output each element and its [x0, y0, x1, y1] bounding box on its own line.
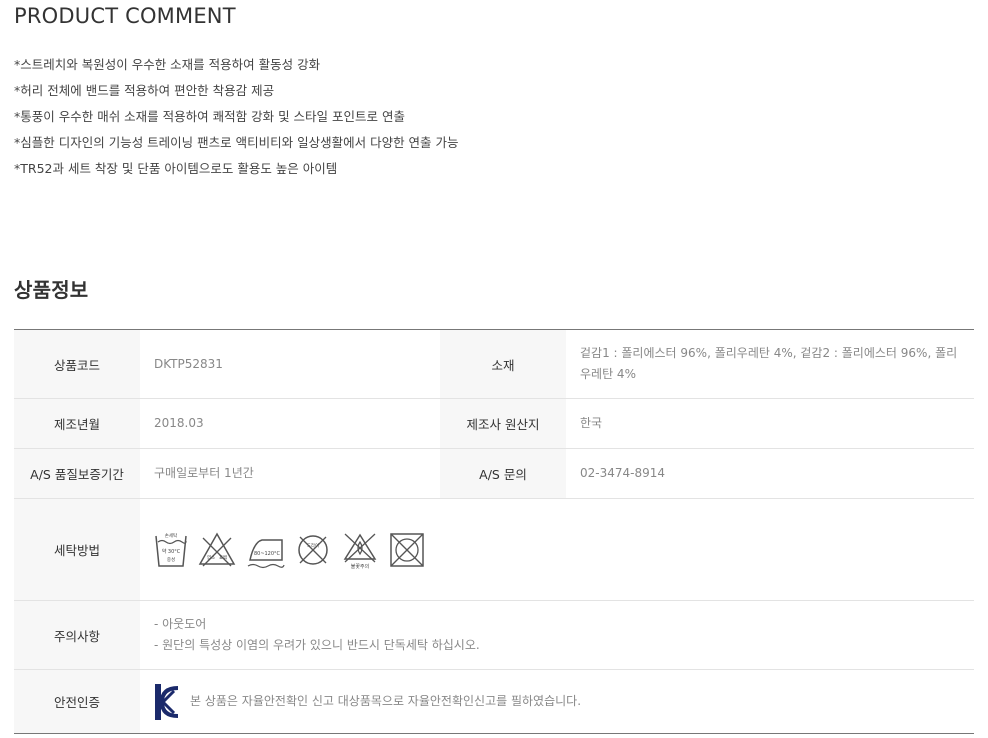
safety-label: 안전인증: [14, 669, 140, 734]
no-bleach-icon: 염소 표백: [198, 531, 236, 566]
product-comment-list: *스트레치와 복원성이 우수한 소재를 적용하여 활동성 강화 *허리 전체에 …: [14, 52, 459, 182]
table-row: 제조년월 2018.03 제조사 원산지 한국: [14, 398, 974, 449]
mfg-date-label: 제조년월: [14, 398, 140, 449]
washing-label: 세탁방법: [14, 498, 140, 601]
no-bleach-text-2: 표백: [219, 554, 227, 561]
as-contact-label: A/S 문의: [440, 448, 566, 499]
caution-value: - 아웃도어 - 원단의 특성상 이염의 우려가 있으니 반드시 단독세탁 하십…: [140, 600, 974, 670]
hand-wash-temp-text: 약 30°C: [162, 548, 181, 555]
warranty-value: 구매일로부터 1년간: [140, 448, 440, 499]
origin-label: 제조사 원산지: [440, 398, 566, 449]
comment-item: *허리 전체에 밴드를 적용하여 편안한 착용감 제공: [14, 83, 275, 98]
safety-value: 본 상품은 자율안전확인 신고 대상품목으로 자율안전확인신고를 필하였습니다.: [140, 670, 974, 734]
table-row: A/S 품질보증기간 구매일로부터 1년간 A/S 문의 02-3474-891…: [14, 448, 974, 499]
no-dry-clean-icon: 드라이: [298, 534, 328, 565]
product-comment-title: PRODUCT COMMENT: [14, 4, 236, 28]
flame-caution-text: 불꽃주의: [351, 563, 369, 570]
hand-wash-neutral-text: 중성: [167, 556, 175, 563]
comment-item: *심플한 디자인의 기능성 트레이닝 팬츠로 액티비티와 일상생활에서 다양한 …: [14, 135, 459, 150]
as-contact-value: 02-3474-8914: [566, 448, 974, 499]
table-row: 주의사항 - 아웃도어 - 원단의 특성상 이염의 우려가 있으니 반드시 단독…: [14, 600, 974, 670]
dry-clean-text: 드라이: [307, 542, 319, 549]
iron-temp-text: 80~120°C: [254, 551, 281, 557]
table-row: 안전인증 본 상품은 자율안전확인 신고 대상품목으로 자율안전확인신고를 필하…: [14, 669, 974, 734]
kc-mark-icon: [155, 683, 179, 720]
caution-line: - 원단의 특성상 이염의 우려가 있으니 반드시 단독세탁 하십시오.: [154, 638, 480, 652]
origin-value: 한국: [566, 398, 974, 449]
product-code-value: DKTP52831: [140, 329, 440, 399]
caution-label: 주의사항: [14, 600, 140, 670]
washing-value: 손세탁 약 30°C 중성 염소 표백 80~120°C 드라이 불꽃주의: [140, 498, 974, 601]
washing-icons: 손세탁 약 30°C 중성 염소 표백 80~120°C 드라이 불꽃주의: [154, 530, 960, 570]
product-info-table: 상품코드 DKTP52831 소재 겉감1 : 폴리에스터 96%, 폴리우레탄…: [14, 329, 974, 734]
no-tumble-dry-icon: 불꽃주의: [343, 533, 377, 570]
comment-item: *스트레치와 복원성이 우수한 소재를 적용하여 활동성 강화: [14, 57, 321, 72]
mfg-date-value: 2018.03: [140, 398, 440, 449]
comment-item: *통풍이 우수한 매쉬 소재를 적용하여 쾌적함 강화 및 스타일 포인트로 연…: [14, 109, 405, 124]
comment-item: *TR52과 세트 착장 및 단품 아이템으로도 활용도 높은 아이템: [14, 161, 338, 176]
table-row: 상품코드 DKTP52831 소재 겉감1 : 폴리에스터 96%, 폴리우레탄…: [14, 329, 974, 399]
safety-cert-text: 본 상품은 자율안전확인 신고 대상품목으로 자율안전확인신고를 필하였습니다.: [190, 694, 582, 708]
material-value: 겉감1 : 폴리에스터 96%, 폴리우레탄 4%, 겉감2 : 폴리에스터 9…: [566, 329, 974, 399]
product-info-title: 상품정보: [14, 278, 89, 302]
caution-line: - 아웃도어: [154, 617, 207, 631]
product-code-label: 상품코드: [14, 329, 140, 399]
safety-cert: 본 상품은 자율안전확인 신고 대상품목으로 자율안전확인신고를 필하였습니다.: [154, 683, 960, 721]
material-label: 소재: [440, 329, 566, 399]
iron-80-120c-icon: 80~120°C: [247, 538, 285, 568]
hand-wash-text: 손세탁: [165, 532, 177, 539]
table-row: 세탁방법 손세탁 약 30°C 중성 염소 표백 80~120°C 드라이 불꽃…: [14, 498, 974, 601]
hand-wash-30c-icon: 손세탁 약 30°C 중성: [155, 532, 187, 567]
warranty-label: A/S 품질보증기간: [14, 448, 140, 499]
no-bleach-text: 염소: [207, 554, 215, 561]
no-machine-dry-icon: [390, 532, 424, 567]
